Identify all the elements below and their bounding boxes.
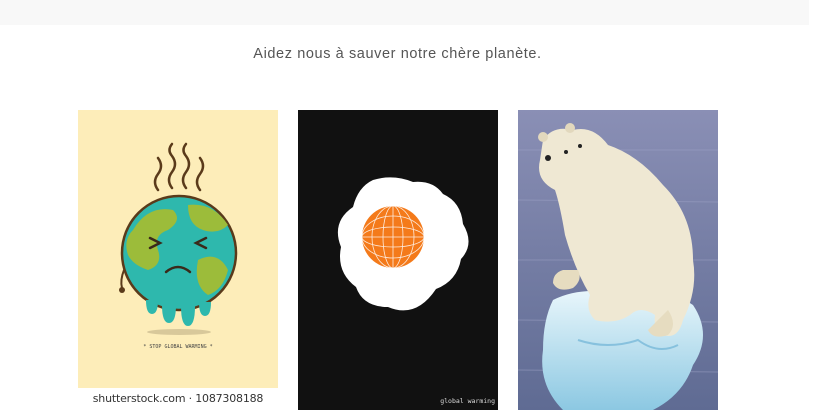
watermark-bar: shutterstock.com · 1087308188 <box>78 388 278 416</box>
melting-earth-illustration-icon: * STOP GLOBAL WARMING * <box>78 110 278 410</box>
poster-caption: * STOP GLOBAL WARMING * <box>143 344 212 350</box>
egg-caption: global warming <box>440 397 495 405</box>
page-tagline: Aidez nous à sauver notre chère planète. <box>253 46 542 62</box>
gallery-image-polar-bear[interactable] <box>518 110 718 410</box>
top-nav-bar <box>0 0 809 25</box>
gallery-image-fried-egg[interactable]: global warming <box>298 110 498 410</box>
polar-bear-on-ice-photo-icon <box>518 110 718 410</box>
gallery-image-melting-earth[interactable]: * STOP GLOBAL WARMING * <box>78 110 278 410</box>
fried-egg-globe-illustration-icon: global warming <box>298 110 498 410</box>
shutterstock-watermark: shutterstock.com · 1087308188 <box>92 392 264 405</box>
